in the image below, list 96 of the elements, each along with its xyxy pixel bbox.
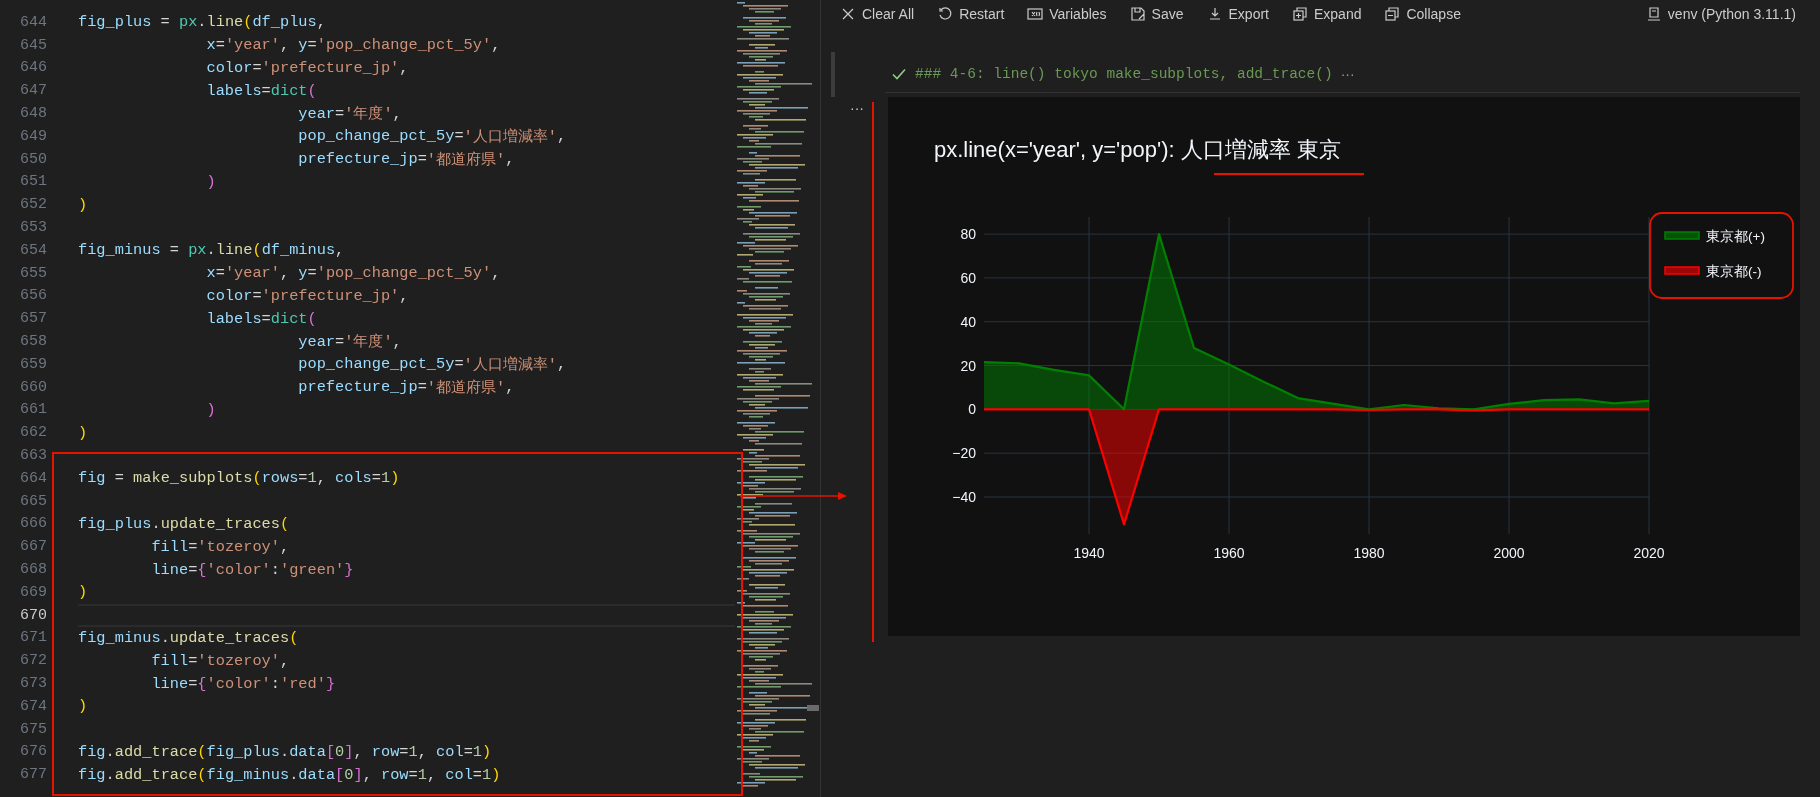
close-icon: [840, 6, 856, 22]
code-line: color='prefecture_jp',: [205, 285, 410, 307]
line-number: 655: [19, 264, 47, 282]
code-line: ): [205, 171, 217, 193]
server-icon: [1645, 6, 1662, 22]
code-line: fig_plus = px.line(df_plus,: [78, 12, 327, 34]
line-number: 665: [19, 492, 47, 510]
code-line: color='prefecture_jp',: [205, 58, 410, 79]
line-number: 667: [19, 538, 47, 556]
save-icon: [1129, 6, 1146, 22]
code-line: prefecture_jp='都道府県',: [297, 149, 516, 171]
code-line: year='年度',: [297, 103, 403, 125]
line-number: 644: [19, 13, 47, 31]
line-number: 672: [19, 652, 47, 670]
line-number: 660: [19, 378, 47, 396]
legend-label: 東京都(-): [1706, 264, 1762, 279]
line-number: 654: [19, 241, 47, 259]
toolbar-button[interactable]: Save: [1123, 4, 1190, 24]
line-number: 651: [19, 173, 47, 191]
line-number: 646: [19, 59, 47, 77]
tick-label: 0: [968, 401, 976, 418]
code-line: ): [78, 194, 89, 216]
line-number: 677: [19, 766, 47, 784]
line-number: 673: [19, 675, 47, 692]
tick-label: 2020: [1633, 545, 1665, 561]
tick-label: 60: [960, 269, 976, 286]
line-number: 650: [19, 150, 47, 168]
line-number: 662: [19, 424, 47, 442]
code-line: ): [78, 582, 89, 604]
expand-icon: [1292, 6, 1308, 22]
tick-label: 1960: [1213, 545, 1245, 561]
output-menu-button[interactable]: ···: [850, 99, 864, 117]
toolbar-button[interactable]: Restart: [931, 4, 1011, 24]
line-number: 674: [19, 697, 47, 715]
code-line: prefecture_jp='都道府県',: [297, 377, 516, 399]
code-line: fig = make_subplots(rows=1, cols=1): [78, 468, 401, 490]
code-line: year='年度',: [297, 331, 403, 353]
line-number: 659: [19, 355, 47, 373]
line-number: 658: [19, 333, 47, 351]
line-number: 648: [19, 105, 47, 123]
line-number: 649: [19, 127, 47, 145]
tick-label: 1980: [1353, 545, 1385, 561]
code-line: fig.add_trace(fig_minus.data[0], row=1, col=1): [78, 764, 502, 786]
code-line: fig_plus.update_traces(: [78, 513, 291, 535]
line-number: 664: [19, 469, 47, 487]
tick-label: 2000: [1493, 545, 1525, 561]
code-line: fill='tozeroy',: [150, 650, 291, 672]
line-number: 671: [19, 629, 47, 647]
code-line: line={'color':'green'}: [150, 559, 355, 581]
tick-label: 20: [960, 357, 976, 374]
toolbar-button[interactable]: Variables: [1021, 4, 1113, 24]
code-line: x='year', y='pop_change_pct_5y',: [205, 263, 502, 285]
line-number: 652: [19, 196, 47, 214]
line-number: 663: [19, 447, 47, 465]
kernel-picker[interactable]: venv (Python 3.11.1): [1639, 4, 1802, 24]
line-number: 657: [19, 310, 47, 328]
code-line: ): [78, 422, 89, 444]
restart-icon: [937, 6, 954, 22]
tick-label: 80: [960, 226, 976, 243]
toolbar-button[interactable]: Collapse: [1378, 4, 1467, 24]
tick-label: 1940: [1073, 545, 1105, 561]
line-number: 656: [19, 287, 47, 305]
line-number: 661: [19, 401, 47, 419]
code-line: labels=dict(: [205, 80, 318, 102]
tick-label: 40: [960, 313, 976, 330]
line-number: 669: [19, 583, 47, 601]
toolbar-button[interactable]: Expand: [1286, 4, 1368, 24]
line-number: 668: [19, 561, 47, 578]
line-number: 676: [19, 743, 47, 761]
code-line: line={'color':'red'}: [150, 673, 337, 695]
collapse-icon: [1384, 6, 1401, 22]
more-indicator: ···: [1340, 66, 1355, 82]
toolbar-button[interactable]: Export: [1200, 4, 1275, 24]
code-line: fill='tozeroy',: [150, 536, 291, 558]
code-line: fig_minus = px.line(df_minus,: [78, 240, 346, 262]
cell-summary: ### 4-6: line() tokyo make_subplots, add_trace(): [915, 66, 1333, 82]
code-line: fig.add_trace(fig_plus.data[0], row=1, col=1): [78, 741, 493, 763]
clear-all-button[interactable]: Clear All: [834, 4, 921, 24]
tick-label: −40: [952, 489, 976, 505]
chart-title: px.line(x='year', y='pop'): 人口増減率 東京: [934, 137, 1341, 162]
line-number: 666: [19, 515, 47, 533]
code-line: x='year', y='pop_change_pct_5y',: [205, 35, 502, 57]
variables-icon: [1027, 6, 1044, 22]
code-line: pop_change_pct_5y='人口増減率',: [297, 126, 568, 148]
code-line: pop_change_pct_5y='人口増減率',: [297, 354, 568, 376]
code-line: labels=dict(: [205, 308, 318, 330]
legend-label: 東京都(+): [1706, 229, 1765, 244]
code-line: ): [205, 399, 217, 421]
line-number: 670: [19, 606, 47, 624]
tick-label: −20: [952, 445, 976, 462]
code-line: fig_minus.update_traces(: [78, 627, 300, 649]
code-line: ): [78, 696, 89, 718]
line-number: 645: [19, 36, 47, 54]
line-number: 647: [19, 82, 47, 100]
line-number: 653: [19, 219, 47, 237]
line-number: 675: [19, 720, 47, 738]
